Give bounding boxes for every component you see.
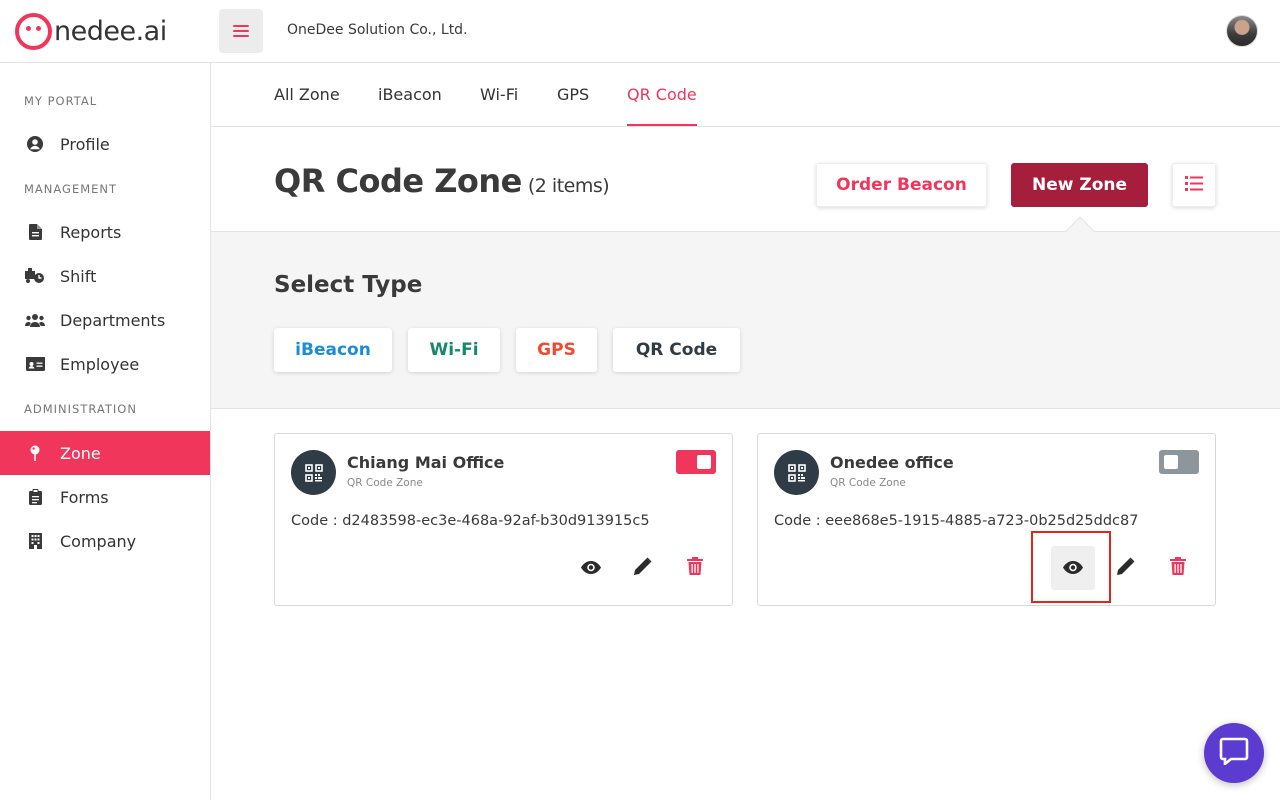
view-button[interactable] [1051, 546, 1095, 590]
menu-toggle-button[interactable] [219, 9, 263, 53]
page-title: QR Code Zone (2 items) [274, 162, 610, 200]
sidebar-item-employee[interactable]: Employee [0, 342, 210, 386]
sidebar-item-reports[interactable]: Reports [0, 210, 210, 254]
list-view-button[interactable] [1172, 163, 1216, 207]
edit-button[interactable] [1104, 546, 1148, 590]
zone-code: Code : d2483598-ec3e-468a-92af-b30d91391… [291, 513, 650, 529]
company-name: OneDee Solution Co., Ltd. [287, 22, 468, 38]
zone-type: QR Code Zone [347, 477, 423, 489]
sidebar-item-profile[interactable]: Profile [0, 122, 210, 166]
zone-enabled-toggle[interactable] [1159, 450, 1199, 474]
page-header: QR Code Zone (2 items) Order Beacon New Z… [211, 127, 1280, 248]
sidebar-item-forms[interactable]: Forms [0, 475, 210, 519]
tab-wifi[interactable]: Wi-Fi [480, 63, 518, 126]
sidebar-item-label: Forms [60, 487, 109, 507]
clipboard-icon [25, 488, 45, 506]
map-pin-icon [25, 444, 45, 462]
pencil-icon [1117, 557, 1135, 579]
chat-bubble-icon [1219, 737, 1249, 769]
building-icon [25, 532, 45, 550]
sidebar-item-label: Company [60, 531, 137, 551]
onedee-logo[interactable]: nedee.ai [15, 12, 167, 50]
sidebar-item-label: Profile [60, 134, 110, 154]
zone-enabled-toggle[interactable] [676, 450, 716, 474]
sidebar-item-label: Reports [60, 222, 122, 242]
users-group-icon [25, 311, 45, 329]
select-type-title: Select Type [274, 272, 423, 298]
order-beacon-button[interactable]: Order Beacon [816, 163, 987, 207]
zone-card: Onedee office QR Code Zone Code : eee868… [757, 433, 1216, 606]
sidebar: MY PORTAL Profile MANAGEMENT Reports Shi… [0, 63, 211, 800]
tab-ibeacon[interactable]: iBeacon [378, 63, 442, 126]
tab-gps[interactable]: GPS [557, 63, 589, 126]
zone-name: Onedee office [830, 453, 954, 472]
item-count: (2 items) [527, 175, 610, 197]
sidebar-item-label: Shift [60, 266, 97, 286]
top-bar: nedee.ai OneDee Solution Co., Ltd. [0, 0, 1280, 63]
type-ibeacon-button[interactable]: iBeacon [274, 328, 392, 372]
sidebar-item-label: Zone [60, 443, 101, 463]
type-wifi-button[interactable]: Wi-Fi [408, 328, 500, 372]
section-title-administration: ADMINISTRATION [24, 402, 137, 416]
logo-text: nedee.ai [54, 15, 167, 47]
user-avatar[interactable] [1226, 15, 1258, 47]
trash-icon [1170, 557, 1186, 579]
document-icon [25, 223, 45, 241]
trash-icon [687, 557, 703, 579]
type-gps-button[interactable]: GPS [516, 328, 597, 372]
zone-type: QR Code Zone [830, 477, 906, 489]
tab-all-zone[interactable]: All Zone [274, 63, 340, 126]
logo-face-icon [15, 12, 52, 50]
qr-code-icon [774, 450, 819, 495]
delete-button[interactable] [1156, 546, 1200, 590]
sidebar-item-label: Employee [60, 354, 140, 374]
type-qr-code-button[interactable]: QR Code [613, 328, 740, 372]
zone-code: Code : eee868e5-1915-4885-a723-0b25d25dd… [774, 513, 1139, 529]
id-card-icon [25, 355, 45, 373]
truck-clock-icon [25, 267, 45, 285]
zone-name: Chiang Mai Office [347, 453, 505, 472]
sidebar-item-label: Departments [60, 310, 166, 330]
eye-icon [1063, 559, 1083, 578]
sidebar-item-company[interactable]: Company [0, 519, 210, 563]
sidebar-item-zone[interactable]: Zone [0, 431, 210, 475]
edit-button[interactable] [621, 546, 665, 590]
section-title-my-portal: MY PORTAL [24, 94, 98, 108]
eye-icon [581, 559, 601, 578]
sidebar-item-shift[interactable]: Shift [0, 254, 210, 298]
page-title-text: QR Code Zone [274, 162, 522, 200]
pencil-icon [634, 557, 652, 579]
section-title-management: MANAGEMENT [24, 182, 118, 196]
hamburger-icon [233, 24, 249, 38]
delete-button[interactable] [673, 546, 717, 590]
tab-qr-code[interactable]: QR Code [627, 63, 697, 126]
list-icon [1185, 175, 1203, 195]
view-button[interactable] [569, 546, 613, 590]
qr-code-icon [291, 450, 336, 495]
select-type-panel: Select Type iBeacon Wi-Fi GPS QR Code [211, 232, 1280, 409]
chat-launcher-button[interactable] [1204, 723, 1264, 783]
zone-card: Chiang Mai Office QR Code Zone Code : d2… [274, 433, 733, 606]
zone-tabs: All Zone iBeacon Wi-Fi GPS QR Code [211, 63, 1280, 127]
new-zone-button[interactable]: New Zone [1011, 163, 1148, 207]
user-circle-icon [25, 135, 45, 153]
sidebar-item-departments[interactable]: Departments [0, 298, 210, 342]
